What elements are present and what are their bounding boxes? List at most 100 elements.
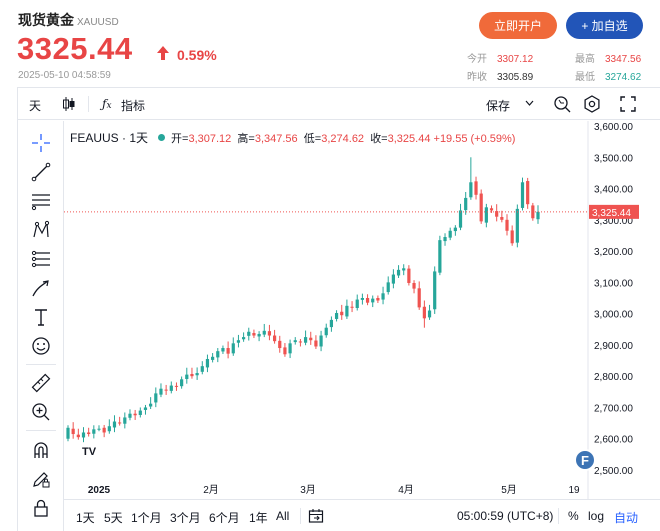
lock-drawing-tool[interactable]: [30, 469, 52, 489]
candle-body: [334, 313, 339, 319]
candle-body: [526, 181, 530, 205]
drawing-toolbar: [18, 121, 64, 531]
candle-body: [371, 298, 375, 303]
candle-body: [407, 268, 411, 283]
quote-header: 现货黄金 XAUUSD 3325.44 0.59% 2025-05-10 04:5…: [0, 0, 660, 88]
change-percent: 0.59%: [177, 47, 217, 63]
candle-body: [81, 432, 86, 438]
projection-tool[interactable]: [30, 249, 52, 269]
open-account-button[interactable]: 立即开户: [479, 12, 557, 39]
candle-body: [288, 343, 292, 354]
candle-body: [386, 282, 390, 293]
settings-gear-icon[interactable]: [583, 95, 601, 113]
add-watchlist-button[interactable]: + 加自选: [566, 12, 643, 39]
range-6m[interactable]: 6个月: [209, 509, 240, 526]
interval-selector[interactable]: 天: [29, 97, 41, 114]
stat-open-label: 今开: [467, 54, 487, 65]
chart-toolbar: 天 ƒx 指标 保存: [18, 88, 660, 120]
broker-badge-icon[interactable]: F: [574, 449, 596, 471]
candle-body: [143, 407, 148, 410]
range-1d[interactable]: 1天: [76, 509, 95, 526]
emoji-tool[interactable]: [30, 336, 52, 356]
chevron-down-icon[interactable]: [525, 100, 534, 107]
candle-body: [350, 306, 354, 308]
candle-body: [252, 333, 256, 336]
pattern-tool[interactable]: [30, 220, 52, 240]
trendline-tool[interactable]: [30, 162, 52, 182]
stat-low-label: 最低: [575, 72, 595, 83]
auto-scale-toggle[interactable]: 自动: [614, 509, 638, 526]
candle-body: [236, 340, 241, 343]
candle-body: [180, 379, 184, 387]
candle-body: [340, 311, 344, 316]
stat-high: 最高 3347.56: [575, 50, 641, 65]
candle-body: [417, 288, 421, 308]
candle-body: [464, 197, 468, 211]
save-button[interactable]: 保存: [486, 97, 510, 114]
percent-toggle[interactable]: %: [568, 509, 579, 523]
stat-high-value: 3347.56: [605, 54, 642, 65]
candle-body: [474, 181, 478, 195]
instrument-name-text: 现货黄金: [18, 12, 74, 28]
lock-tool[interactable]: [30, 498, 52, 518]
toolbar-divider: [88, 96, 89, 112]
stat-prev-close-value: 3305.89: [497, 72, 534, 83]
candle-body: [309, 337, 313, 341]
brush-tool[interactable]: [30, 278, 52, 298]
tool-divider: [26, 430, 56, 431]
range-all[interactable]: All: [276, 509, 289, 523]
candle-body: [267, 331, 272, 336]
brush-icon: [32, 280, 49, 297]
zoom-tool[interactable]: [30, 402, 52, 422]
candle-body: [216, 351, 220, 358]
price-chart[interactable]: 3,600.003,500.003,400.003,300.003,200.00…: [64, 121, 660, 499]
last-price: 3325.44: [17, 31, 133, 66]
candle-body: [520, 182, 525, 208]
candle-body: [97, 428, 101, 430]
range-5d[interactable]: 5天: [104, 509, 123, 526]
x-tick-label: 4月: [398, 484, 414, 496]
candle-body: [272, 335, 277, 342]
candle-body: [396, 269, 401, 276]
x-tick-label: 2月: [203, 484, 219, 496]
candle-body: [458, 210, 463, 228]
log-toggle[interactable]: log: [588, 509, 604, 523]
crosshair-tool[interactable]: [30, 133, 52, 153]
fullscreen-icon[interactable]: [620, 96, 636, 112]
stat-low: 最低 3274.62: [575, 68, 641, 83]
candle-body: [102, 427, 106, 433]
candle-body: [87, 432, 91, 435]
clock-readout[interactable]: 05:00:59 (UTC+8): [457, 509, 553, 523]
text-tool[interactable]: [30, 307, 52, 327]
indicators-button[interactable]: 指标: [121, 97, 145, 114]
candle-body: [329, 319, 334, 328]
candle-body: [76, 434, 80, 438]
range-3m[interactable]: 3个月: [170, 509, 201, 526]
candle-body: [448, 230, 452, 238]
candle-body: [391, 274, 395, 284]
candle-body: [345, 305, 349, 317]
candle-body: [500, 217, 504, 220]
y-tick-label: 3,000.00: [594, 310, 633, 321]
quick-search-icon[interactable]: [553, 95, 571, 113]
arrow-up-icon: [157, 46, 169, 60]
magnet-tool[interactable]: [30, 440, 52, 460]
calendar-goto-icon[interactable]: [308, 508, 324, 524]
ruler-tool[interactable]: [30, 373, 52, 393]
candle-body: [324, 327, 328, 336]
candle-type-icon[interactable]: [61, 96, 77, 112]
projection-icon: [31, 250, 50, 268]
range-1m[interactable]: 1个月: [131, 509, 162, 526]
candle-body: [231, 343, 235, 354]
y-tick-label: 2,800.00: [594, 372, 633, 383]
x-tick-label: 2025: [88, 485, 111, 496]
zoom-in-icon: [32, 403, 50, 421]
y-tick-label: 2,500.00: [594, 466, 633, 477]
candle-body: [128, 413, 132, 418]
fib-tool[interactable]: [30, 191, 52, 211]
fx-icon[interactable]: ƒx: [102, 97, 112, 111]
range-1y[interactable]: 1年: [249, 509, 268, 526]
instrument-symbol: XAUUSD: [77, 17, 119, 28]
candle-body: [303, 337, 308, 343]
stat-prev-close-label: 昨收: [467, 72, 487, 83]
